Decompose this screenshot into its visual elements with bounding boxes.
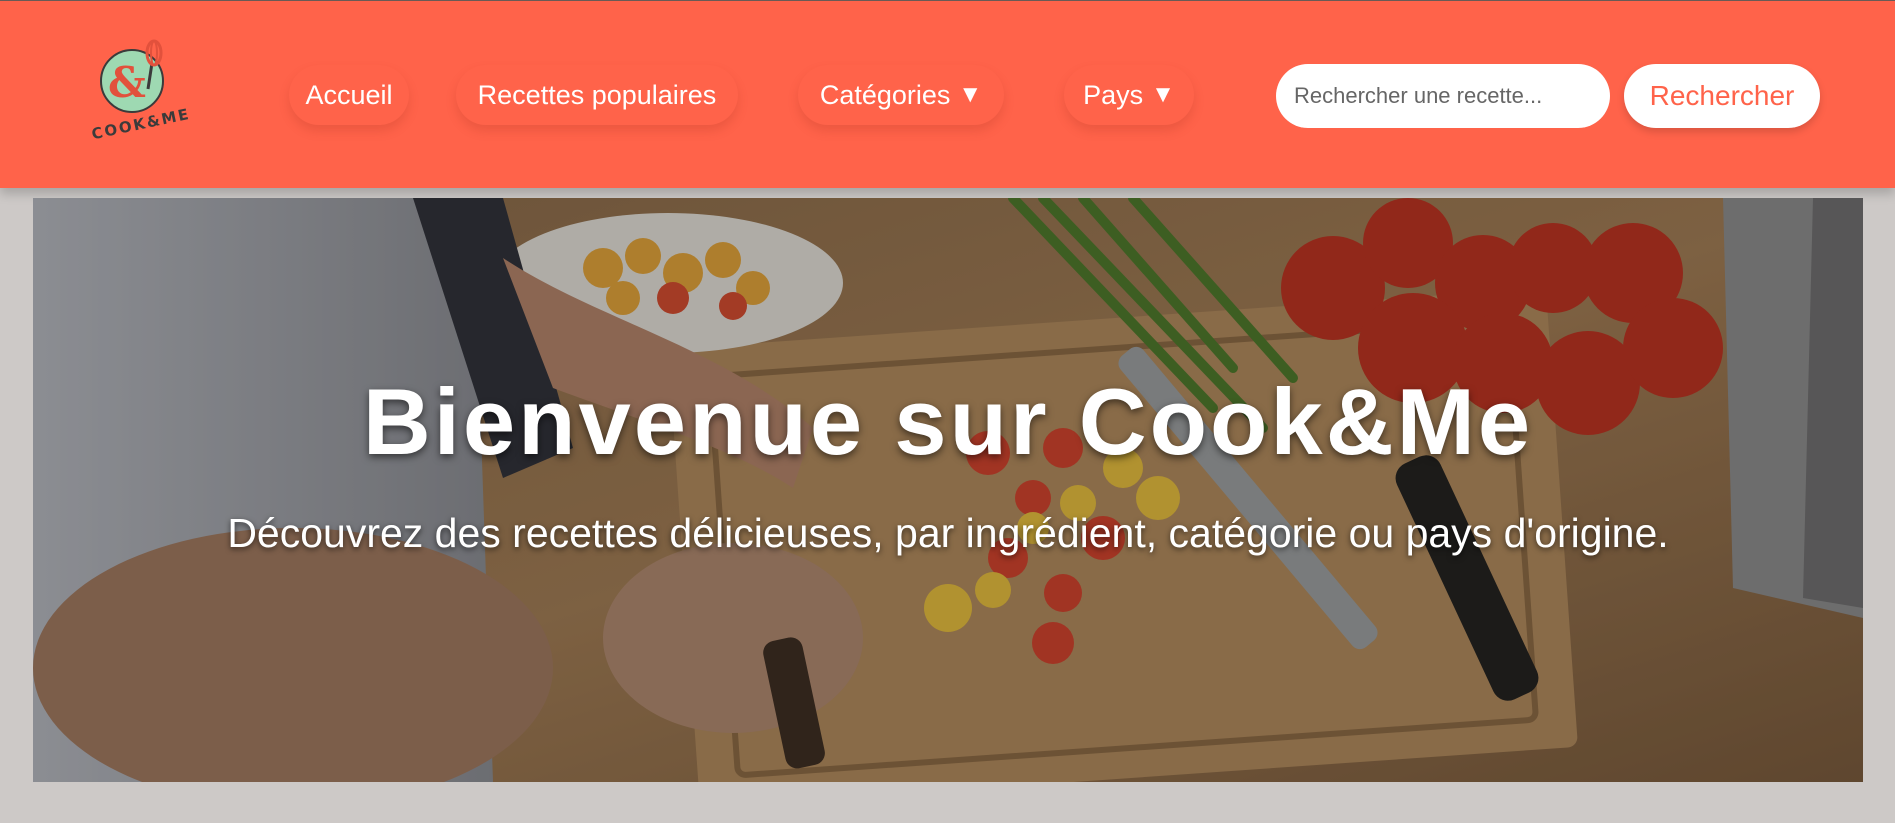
nav-item-categories[interactable]: Catégories ▼: [798, 65, 1004, 125]
search-input[interactable]: [1276, 64, 1610, 128]
nav-item-label: Recettes populaires: [477, 79, 717, 110]
hero-subtitle: Découvrez des recettes délicieuses, par …: [227, 510, 1669, 556]
nav-item-label: Pays: [1083, 79, 1144, 110]
hero-title: Bienvenue sur Cook&Me: [362, 369, 1534, 474]
site-logo[interactable]: & COOK&ME: [86, 37, 196, 149]
chevron-down-icon: ▼: [1151, 81, 1175, 108]
nav-item-label: Accueil: [305, 79, 393, 110]
nav-item-accueil[interactable]: Accueil: [289, 65, 409, 125]
hero-overlay: [33, 198, 1863, 782]
site-header: & COOK&ME Accueil Recettes populaires Ca…: [0, 0, 1895, 188]
chevron-down-icon: ▼: [958, 81, 983, 108]
nav-item-label: Catégories: [819, 79, 951, 110]
svg-text:&: &: [108, 58, 146, 107]
nav-item-recettes-populaires[interactable]: Recettes populaires: [456, 65, 738, 125]
logo-whisk-ampersand-icon: &: [100, 39, 164, 113]
nav-item-pays[interactable]: Pays ▼: [1064, 65, 1194, 125]
hero-banner: Bienvenue sur Cook&Me Découvrez des rece…: [33, 198, 1863, 782]
search-button[interactable]: Rechercher: [1624, 64, 1820, 128]
